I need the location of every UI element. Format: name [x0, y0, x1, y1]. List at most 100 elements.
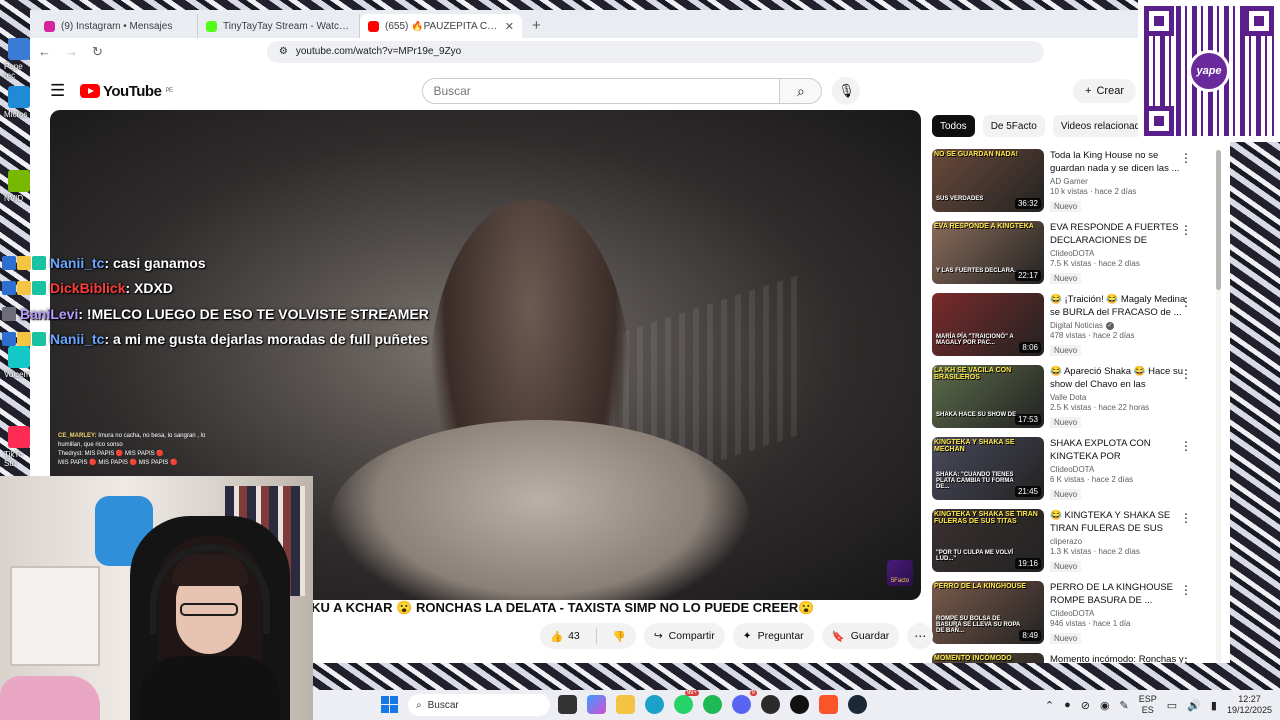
more-vertical-icon[interactable]: ⋮: [1180, 511, 1192, 525]
recommendation-item[interactable]: PERRO DE LA KINGHOUSE ROMPE SU BOLSA DE B…: [932, 581, 1212, 653]
spotify-icon[interactable]: [703, 695, 722, 714]
more-vertical-icon[interactable]: ⋮: [1180, 367, 1192, 381]
file-explorer-icon[interactable]: [616, 695, 635, 714]
whatsapp-icon[interactable]: 99+: [674, 690, 699, 714]
reload-icon[interactable]: ↻: [92, 44, 103, 60]
tab-youtube-active[interactable]: (655) 🔥PAUZEPITA CONFIES ✕: [360, 14, 522, 38]
taskbar-search[interactable]: ⌕ Buscar: [408, 694, 550, 716]
brave-icon[interactable]: [819, 695, 838, 714]
video-thumbnail[interactable]: KINGTEKA Y SHAKA SE TIRAN FULERAS DE SUS…: [932, 509, 1044, 572]
more-vertical-icon[interactable]: ⋮: [1180, 655, 1192, 663]
video-duration: 17:53: [1014, 414, 1041, 425]
chevron-up-icon[interactable]: ⌃: [1045, 699, 1054, 712]
recommendation-channel[interactable]: Valle Dota: [1050, 393, 1188, 402]
thumbnail-caption: PERRO DE LA KINGHOUSE: [934, 583, 1026, 590]
chat-message: Nanii_tc: a mi me gusta dejarlas moradas…: [0, 327, 429, 353]
recommendation-channel[interactable]: ClideoDOTA: [1050, 465, 1188, 474]
ask-button[interactable]: ✦ Preguntar: [732, 623, 814, 649]
voice-search-button[interactable]: 🎙: [832, 77, 861, 105]
back-icon[interactable]: ←: [38, 44, 51, 59]
recommendation-title[interactable]: 😂 KINGTEKA Y SHAKA SE TIRAN FULERAS DE S…: [1050, 509, 1188, 535]
tray-eye-icon[interactable]: ◉: [1100, 699, 1110, 712]
sidebar-scrollbar[interactable]: [1216, 150, 1221, 662]
network-icon[interactable]: ▭: [1167, 699, 1177, 712]
more-vertical-icon[interactable]: ⋮: [1180, 151, 1192, 165]
more-vertical-icon[interactable]: ⋮: [1180, 223, 1192, 237]
recommendation-channel[interactable]: ClideoDOTA: [1050, 609, 1188, 618]
address-bar[interactable]: ⚙ youtube.com/watch?v=MPr19e_9Zyo: [266, 40, 1044, 63]
wifi-off-icon[interactable]: ⊘: [1081, 699, 1090, 712]
recommendation-item[interactable]: KINGTEKA Y SHAKA SE MECHAN SHAKA: "CUANDO…: [932, 437, 1212, 509]
video-duration: 22:17: [1014, 270, 1041, 281]
recommendation-channel[interactable]: Digital Noticias ✓: [1050, 321, 1188, 330]
tab-kick[interactable]: TinyTayTay Stream - Watch Live on K: [198, 14, 360, 38]
video-thumbnail[interactable]: NO SE GUARDAN NADA! SUS VERDADES 36:32: [932, 149, 1044, 212]
pen-icon[interactable]: ✎: [1120, 699, 1129, 712]
recommendation-item[interactable]: KINGTEKA Y SHAKA SE TIRAN FULERAS DE SUS…: [932, 509, 1212, 581]
search-input[interactable]: [422, 78, 781, 104]
volume-icon[interactable]: 🔊: [1187, 699, 1201, 712]
obs-icon[interactable]: [761, 695, 780, 714]
dislike-button[interactable]: 👎: [603, 630, 636, 643]
recommendation-item[interactable]: MARÍA PÍA "TRAICIONÓ" A MAGALY POR PAC..…: [932, 293, 1212, 365]
save-button[interactable]: 🔖 Guardar: [821, 623, 900, 649]
youtube-logo[interactable]: YouTube PE: [80, 83, 173, 100]
chip-from-channel[interactable]: De 5Facto: [982, 115, 1045, 137]
video-thumbnail[interactable]: LA KH SE VACILA CON BRASILEROS SHAKA HACE…: [932, 365, 1044, 428]
search-button[interactable]: ⌕: [780, 78, 823, 104]
more-vertical-icon[interactable]: ⋮: [1180, 439, 1192, 453]
like-button[interactable]: 👍 43: [540, 630, 590, 643]
recommendation-title[interactable]: 😂 Apareció Shaka 😂 Hace su show del Chav…: [1050, 365, 1188, 391]
more-vertical-icon[interactable]: ⋮: [1180, 295, 1192, 309]
edge-icon[interactable]: [645, 695, 664, 714]
recommendation-title[interactable]: Toda la King House no se guardan nada y …: [1050, 149, 1188, 175]
video-thumbnail[interactable]: MARÍA PÍA "TRAICIONÓ" A MAGALY POR PAC..…: [932, 293, 1044, 356]
copilot-icon[interactable]: [587, 695, 606, 714]
new-badge: Nuevo: [1050, 345, 1082, 356]
recommendation-info: SHAKA EXPLOTA CON KINGTEKA POR RECORDARL…: [1050, 437, 1188, 509]
recommendation-channel[interactable]: ClideoDOTA: [1050, 249, 1188, 258]
more-actions-button[interactable]: ⋯: [907, 623, 934, 649]
site-settings-icon[interactable]: ⚙: [279, 46, 288, 57]
recommendation-item[interactable]: MOMENTO INCÓMODO Momento incómodo: Roncha…: [932, 653, 1212, 663]
taskbar-apps: 99+ 9: [558, 690, 867, 714]
task-view-icon[interactable]: [558, 695, 577, 714]
forward-icon[interactable]: →: [65, 44, 78, 59]
scrollbar-thumb[interactable]: [1216, 150, 1221, 290]
steam-icon[interactable]: [848, 695, 867, 714]
tab-instagram[interactable]: (9) Instagram • Mensajes: [36, 14, 198, 38]
channel-name: cliperazo: [1050, 537, 1083, 546]
like-count: 43: [568, 630, 580, 642]
like-divider: [595, 628, 597, 644]
recommendation-title[interactable]: EVA RESPONDE A FUERTES DECLARACIONES DE …: [1050, 221, 1188, 247]
clock[interactable]: 12:27 19/12/2025: [1227, 694, 1272, 716]
recommendation-channel[interactable]: AD Gamer: [1050, 177, 1188, 186]
video-thumbnail[interactable]: EVA RESPONDE A KINGTEKA Y LAS FUERTES DEC…: [932, 221, 1044, 284]
video-thumbnail[interactable]: KINGTEKA Y SHAKA SE MECHAN SHAKA: "CUANDO…: [932, 437, 1044, 500]
recommendation-item[interactable]: NO SE GUARDAN NADA! SUS VERDADES 36:32 Toda…: [932, 149, 1212, 221]
menu-icon[interactable]: ☰: [50, 81, 65, 101]
recommendation-item[interactable]: LA KH SE VACILA CON BRASILEROS SHAKA HACE…: [932, 365, 1212, 437]
recommendation-title[interactable]: SHAKA EXPLOTA CON KINGTEKA POR RECORDARL…: [1050, 437, 1188, 463]
battery-icon[interactable]: ▮: [1211, 699, 1217, 712]
share-button[interactable]: ↪ Compartir: [643, 623, 725, 649]
language-indicator[interactable]: ESP ES: [1139, 694, 1157, 716]
close-tab-icon[interactable]: ✕: [505, 20, 514, 33]
discord-icon[interactable]: 9: [732, 690, 757, 714]
microphone-icon: 🎙: [838, 83, 855, 98]
recommendation-item[interactable]: EVA RESPONDE A KINGTEKA Y LAS FUERTES DEC…: [932, 221, 1212, 293]
windows-start-icon[interactable]: [381, 696, 398, 713]
video-thumbnail[interactable]: PERRO DE LA KINGHOUSE ROMPE SU BOLSA DE B…: [932, 581, 1044, 644]
webcam-shelf: [10, 566, 100, 666]
new-tab-button[interactable]: +: [522, 17, 551, 38]
tray-app-icon[interactable]: ●: [1064, 699, 1071, 711]
chip-all[interactable]: Todos: [932, 115, 975, 137]
video-thumbnail[interactable]: MOMENTO INCÓMODO: [932, 653, 1044, 663]
recommendation-title[interactable]: 😂 ¡Traición! 😂 Magaly Medina se BURLA de…: [1050, 293, 1188, 319]
capture-app-icon[interactable]: [790, 695, 809, 714]
create-button[interactable]: + Crear: [1073, 79, 1136, 103]
recommendation-title[interactable]: Momento incómodo: Ronchas y ...: [1050, 653, 1188, 663]
recommendation-channel[interactable]: cliperazo: [1050, 537, 1188, 546]
recommendation-title[interactable]: PERRO DE LA KINGHOUSE ROMPE BASURA DE ..…: [1050, 581, 1188, 607]
more-vertical-icon[interactable]: ⋮: [1180, 583, 1192, 597]
